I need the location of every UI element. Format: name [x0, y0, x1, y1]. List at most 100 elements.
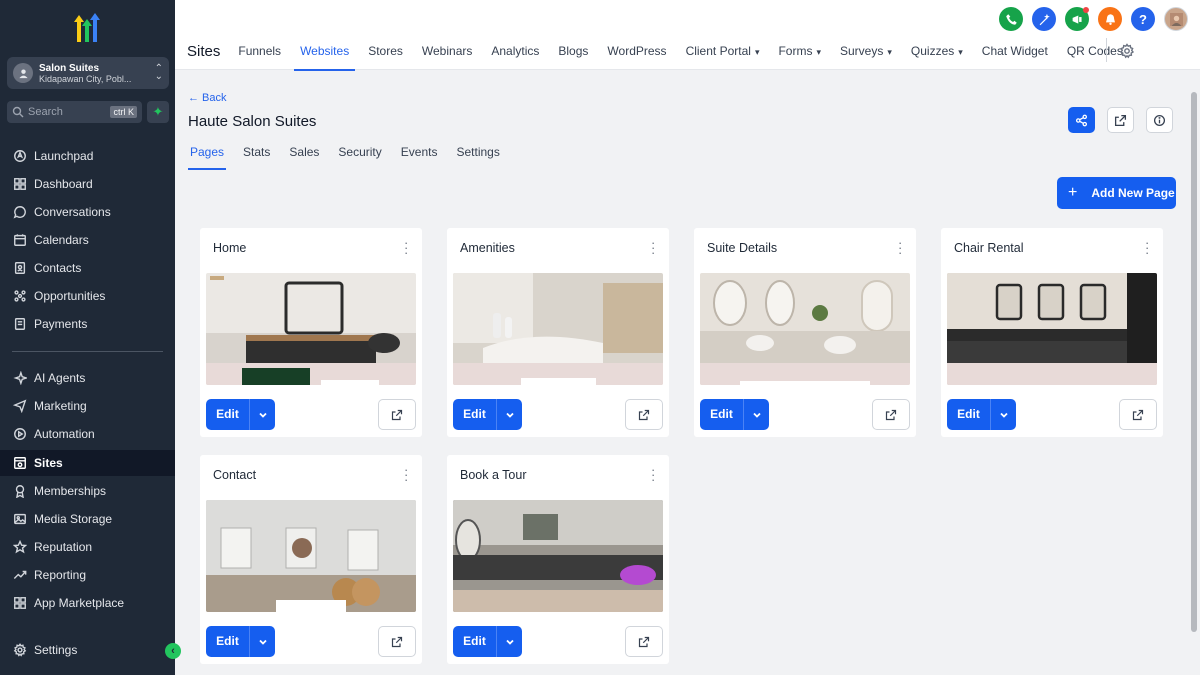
subtab-pages[interactable]: Pages	[187, 145, 227, 170]
chevron-down-icon	[999, 412, 1008, 418]
tab-funnels[interactable]: Funnels	[238, 44, 281, 58]
page-thumbnail[interactable]	[206, 273, 416, 385]
external-link-icon	[391, 636, 403, 647]
more-options-icon[interactable]: · · ·	[404, 236, 408, 259]
phone-button[interactable]	[999, 7, 1023, 31]
tab-surveys[interactable]: Surveys ▾	[840, 44, 892, 58]
preview-page-button[interactable]	[378, 626, 416, 657]
tab-label: Surveys	[840, 44, 884, 58]
edit-button[interactable]: Edit	[206, 399, 275, 430]
edit-dropdown-toggle[interactable]	[250, 626, 275, 657]
more-options-icon[interactable]: · · ·	[1145, 236, 1149, 259]
tab-forms[interactable]: Forms ▾	[778, 44, 821, 58]
more-options-icon[interactable]: · · ·	[651, 463, 655, 486]
edit-dropdown-toggle[interactable]	[250, 399, 275, 430]
sites-nav-title: Sites	[187, 42, 221, 60]
sidebar-item-payments[interactable]: Payments	[0, 311, 175, 337]
sidebar-item-label: Sites	[34, 456, 63, 470]
subtab-sales[interactable]: Sales	[289, 145, 319, 159]
page-thumbnail[interactable]	[453, 273, 663, 385]
edit-button[interactable]: Edit	[700, 399, 769, 430]
back-link[interactable]: ← Back	[188, 92, 227, 104]
add-new-page-label: Add New Page	[1091, 186, 1175, 200]
chevron-down-icon	[505, 412, 514, 418]
help-button[interactable]: ?	[1131, 7, 1155, 31]
sidebar-item-reporting[interactable]: Reporting	[0, 562, 175, 588]
preview-page-button[interactable]	[378, 399, 416, 430]
sidebar-item-conversations[interactable]: Conversations	[0, 199, 175, 225]
sidebar-item-contacts[interactable]: Contacts	[0, 255, 175, 281]
preview-page-button[interactable]	[625, 626, 663, 657]
search-input[interactable]: Search ctrl K	[7, 101, 142, 123]
edit-dropdown-toggle[interactable]	[497, 626, 522, 657]
sidebar-item-calendars[interactable]: Calendars	[0, 227, 175, 253]
tab-quizzes[interactable]: Quizzes ▾	[911, 44, 963, 58]
sidebar-item-reputation[interactable]: Reputation	[0, 534, 175, 560]
subtab-events[interactable]: Events	[401, 145, 438, 159]
more-options-icon[interactable]: · · ·	[651, 236, 655, 259]
page-thumbnail[interactable]	[206, 500, 416, 612]
preview-page-button[interactable]	[625, 399, 663, 430]
sidebar-item-ai-agents[interactable]: AI Agents	[0, 365, 175, 391]
edit-button[interactable]: Edit	[453, 399, 522, 430]
sidebar-item-opportunities[interactable]: Opportunities	[0, 283, 175, 309]
sidebar-item-sites[interactable]: Sites	[0, 450, 175, 476]
add-new-page-button[interactable]: + Add New Page	[1057, 177, 1176, 209]
user-avatar[interactable]	[1164, 7, 1188, 31]
page-thumbnail[interactable]	[947, 273, 1157, 385]
tab-client-portal[interactable]: Client Portal ▾	[686, 44, 760, 58]
collapse-sidebar-button[interactable]: ‹	[165, 643, 181, 659]
scrollbar-thumb[interactable]	[1191, 92, 1197, 632]
sidebar-item-label: Marketing	[34, 399, 87, 413]
sidebar: Salon Suites Kidapawan City, Pobl... ⌃ ⌄ …	[0, 0, 181, 675]
magic-button[interactable]	[1032, 7, 1056, 31]
sidebar-item-memberships[interactable]: Memberships	[0, 478, 175, 504]
calendar-icon	[14, 234, 26, 246]
sidebar-item-automation[interactable]: Automation	[0, 421, 175, 447]
info-button[interactable]	[1146, 107, 1173, 133]
more-options-icon[interactable]: · · ·	[898, 236, 902, 259]
tab-chat-widget[interactable]: Chat Widget	[982, 44, 1048, 58]
edit-dropdown-toggle[interactable]	[991, 399, 1016, 430]
sidebar-item-dashboard[interactable]: Dashboard	[0, 171, 175, 197]
sidebar-item-settings[interactable]: Settings	[0, 637, 175, 663]
ai-spark-button[interactable]: ✦	[147, 101, 169, 123]
edit-button[interactable]: Edit	[947, 399, 1016, 430]
brand-logo[interactable]	[70, 12, 104, 44]
sidebar-item-media-storage[interactable]: Media Storage	[0, 506, 175, 532]
tab-wordpress[interactable]: WordPress	[607, 44, 666, 58]
page-thumbnail[interactable]	[700, 273, 910, 385]
page-thumbnail[interactable]	[453, 500, 663, 612]
external-link-icon	[391, 409, 403, 420]
settings-gear-icon[interactable]	[1119, 43, 1135, 59]
tab-webinars[interactable]: Webinars	[422, 44, 472, 58]
sidebar-item-marketing[interactable]: Marketing	[0, 393, 175, 419]
tab-blogs[interactable]: Blogs	[558, 44, 588, 58]
edit-dropdown-toggle[interactable]	[497, 399, 522, 430]
tab-websites[interactable]: Websites	[294, 44, 356, 71]
share-button[interactable]	[1068, 107, 1095, 133]
more-options-icon[interactable]: · · ·	[404, 463, 408, 486]
sidebar-item-launchpad[interactable]: Launchpad	[0, 143, 175, 169]
tab-analytics[interactable]: Analytics	[491, 44, 539, 58]
edit-button[interactable]: Edit	[453, 626, 522, 657]
star-icon	[13, 540, 27, 554]
tab-stores[interactable]: Stores	[368, 44, 403, 58]
edit-dropdown-toggle[interactable]	[744, 399, 769, 430]
sites-icon	[14, 457, 26, 469]
preview-page-button[interactable]	[1119, 399, 1157, 430]
announcements-button[interactable]	[1065, 7, 1089, 31]
subtab-settings[interactable]: Settings	[456, 145, 499, 159]
account-switcher[interactable]: Salon Suites Kidapawan City, Pobl... ⌃ ⌄	[7, 57, 169, 89]
preview-page-button[interactable]	[872, 399, 910, 430]
chevron-down-icon: ▾	[754, 47, 760, 57]
edit-button[interactable]: Edit	[206, 626, 275, 657]
tab-qr-codes[interactable]: QR Codes	[1067, 44, 1123, 58]
subtab-security[interactable]: Security	[338, 145, 381, 159]
subtab-stats[interactable]: Stats	[243, 145, 270, 159]
memberships-icon	[15, 485, 25, 498]
notifications-button[interactable]	[1098, 7, 1122, 31]
sidebar-item-label: App Marketplace	[34, 596, 125, 610]
open-site-button[interactable]	[1107, 107, 1134, 133]
sidebar-item-app-marketplace[interactable]: App Marketplace	[0, 590, 175, 616]
